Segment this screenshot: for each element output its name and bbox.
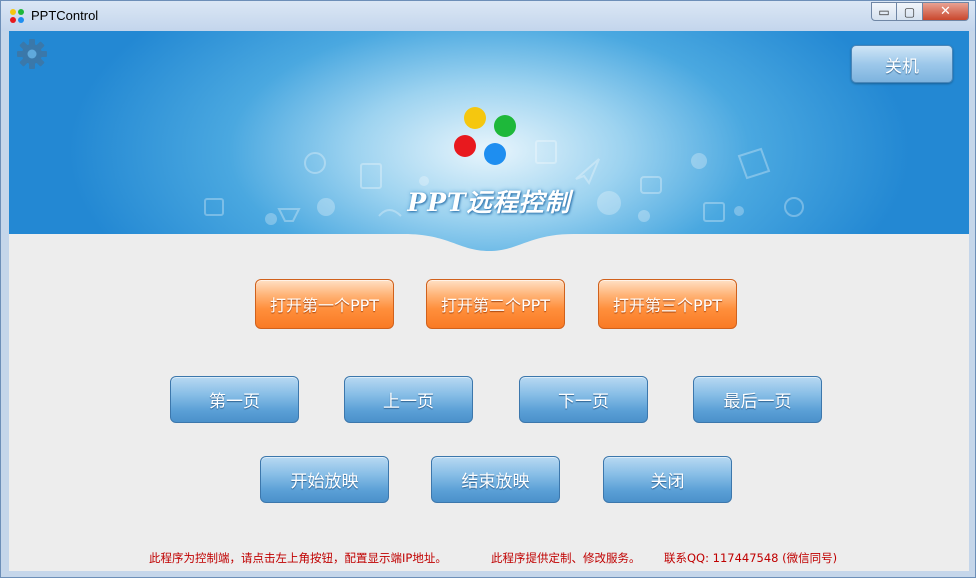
minimize-icon: ▭ (878, 4, 890, 19)
prev-page-label: 上一页 (383, 392, 434, 412)
window-controls: ▭ ▢ ✕ (871, 2, 969, 22)
shutdown-button[interactable]: 关机 (851, 45, 953, 83)
end-show-label: 结束放映 (461, 472, 530, 492)
footer-hint: 此程序为控制端，请点击左上角按钮，配置显示端IP地址。 (149, 551, 447, 565)
open-ppt-2-button[interactable]: 打开第二个PPT (426, 279, 565, 329)
start-show-button[interactable]: 开始放映 (260, 456, 389, 503)
close-icon: ✕ (940, 4, 951, 19)
close-window-button[interactable]: ✕ (923, 2, 969, 21)
app-window: PPTControl ▭ ▢ ✕ 关机 PPT远程控制 打开第一个PPT 打开第… (0, 0, 976, 578)
first-page-label: 第一页 (209, 392, 260, 412)
banner-wave (9, 234, 969, 263)
close-ppt-button[interactable]: 关闭 (603, 456, 732, 503)
title-bar[interactable]: PPTControl ▭ ▢ ✕ (1, 1, 975, 31)
first-page-button[interactable]: 第一页 (170, 376, 299, 423)
maximize-button[interactable]: ▢ (897, 2, 923, 21)
next-page-button[interactable]: 下一页 (519, 376, 648, 423)
footer-service: 此程序提供定制、修改服务。 (491, 551, 641, 565)
app-logo (449, 103, 529, 173)
next-page-label: 下一页 (558, 392, 609, 412)
open-ppt-1-label: 打开第一个PPT (269, 296, 380, 315)
open-ppt-3-button[interactable]: 打开第三个PPT (598, 279, 737, 329)
minimize-button[interactable]: ▭ (871, 2, 897, 21)
close-ppt-label: 关闭 (650, 472, 685, 492)
open-ppt-3-label: 打开第三个PPT (612, 296, 723, 315)
open-ppt-2-label: 打开第二个PPT (440, 296, 551, 315)
window-title: PPTControl (31, 8, 99, 23)
client-area: 关机 PPT远程控制 打开第一个PPT 打开第二个PPT 打开第三个PPT 第一… (9, 31, 969, 571)
footer-contact: 联系QQ: 117447548 (微信同号) (664, 551, 838, 565)
last-page-label: 最后一页 (723, 392, 792, 412)
gear-icon (17, 39, 47, 69)
maximize-icon: ▢ (903, 4, 916, 19)
banner: 关机 PPT远程控制 (9, 31, 969, 263)
footer-notice: 此程序为控制端，请点击左上角按钮，配置显示端IP地址。 此程序提供定制、修改服务… (9, 550, 969, 566)
last-page-button[interactable]: 最后一页 (693, 376, 822, 423)
shutdown-label: 关机 (885, 56, 919, 77)
banner-title: PPT远程控制 (407, 188, 571, 217)
prev-page-button[interactable]: 上一页 (344, 376, 473, 423)
start-show-label: 开始放映 (290, 472, 359, 492)
end-show-button[interactable]: 结束放映 (431, 456, 560, 503)
app-icon (9, 8, 25, 24)
settings-button[interactable] (15, 37, 49, 71)
open-ppt-1-button[interactable]: 打开第一个PPT (255, 279, 394, 329)
